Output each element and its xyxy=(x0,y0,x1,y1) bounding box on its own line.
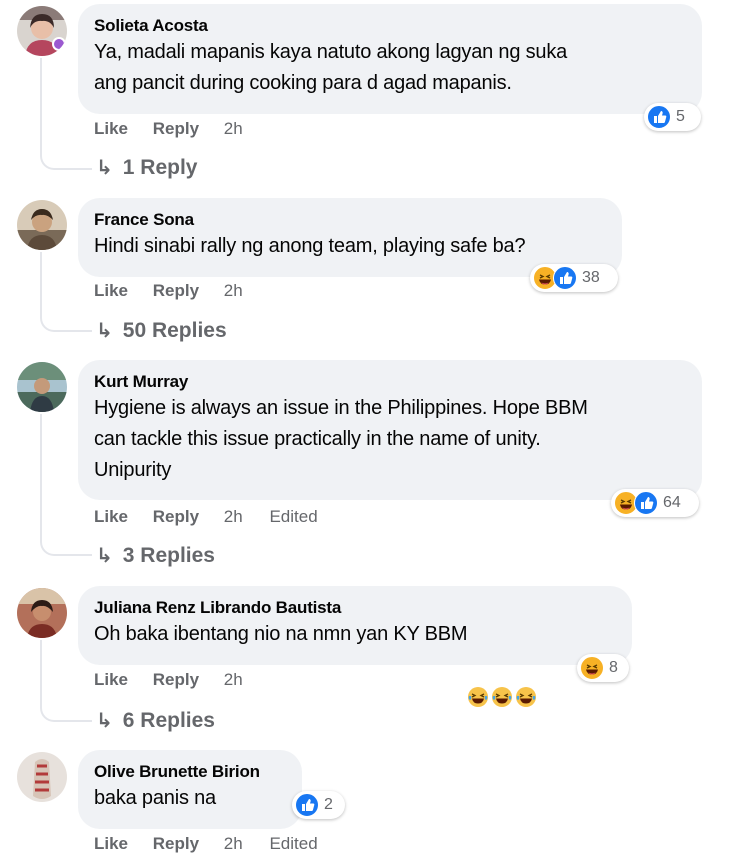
comment-author[interactable]: Kurt Murray xyxy=(94,371,686,393)
laughing-crying-emoji xyxy=(515,624,537,707)
like-button[interactable]: Like xyxy=(94,670,128,689)
like-icon xyxy=(647,105,671,129)
reaction-summary[interactable]: 5 xyxy=(644,103,701,131)
haha-icon xyxy=(580,656,604,680)
like-button[interactable]: Like xyxy=(94,834,128,853)
comment-text: Hindi sinabi rally ng anong team, playin… xyxy=(94,235,526,257)
thread-connector xyxy=(40,140,92,170)
like-button[interactable]: Like xyxy=(94,507,128,526)
reaction-summary[interactable]: 64 xyxy=(611,489,699,517)
comment-bubble: Olive Brunette Birion baka panis na xyxy=(78,750,302,829)
replies-label: 6 Replies xyxy=(122,708,215,732)
thread-connector xyxy=(40,692,92,722)
reply-button[interactable]: Reply xyxy=(153,281,199,300)
comment-bubble: Kurt Murray Hygiene is always an issue i… xyxy=(78,360,702,500)
view-replies-button[interactable]: ↳ 50 Replies xyxy=(96,318,227,343)
reaction-summary[interactable]: 2 xyxy=(292,791,345,819)
avatar[interactable] xyxy=(17,200,67,250)
comment-bubble: Solieta Acosta Ya, madali mapanis kaya n… xyxy=(78,4,702,114)
comment-text: Hygiene is always an issue in the Philip… xyxy=(94,397,588,481)
comment-author[interactable]: France Sona xyxy=(94,209,606,231)
edited-label: Edited xyxy=(269,834,318,853)
reaction-count: 5 xyxy=(676,108,685,125)
reply-arrow-icon: ↳ xyxy=(96,157,113,179)
replies-label: 3 Replies xyxy=(122,543,215,567)
comment-timestamp[interactable]: 2h xyxy=(224,834,243,853)
comment-bubble: Juliana Renz Librando Bautista Oh baka i… xyxy=(78,586,632,707)
comment-timestamp[interactable]: 2h xyxy=(224,507,243,526)
reply-arrow-icon: ↳ xyxy=(96,710,113,732)
avatar[interactable] xyxy=(17,362,67,412)
reply-button[interactable]: Reply xyxy=(153,834,199,853)
view-replies-button[interactable]: ↳ 1 Reply xyxy=(96,155,197,180)
like-icon xyxy=(553,266,577,290)
thread-line xyxy=(40,58,42,140)
reaction-summary[interactable]: 38 xyxy=(530,264,618,292)
reply-arrow-icon: ↳ xyxy=(96,545,113,567)
comment-author[interactable]: Olive Brunette Birion xyxy=(94,761,286,783)
comment-author[interactable]: Juliana Renz Librando Bautista xyxy=(94,597,616,619)
comment-actions: Like Reply 2h xyxy=(94,281,265,301)
thread-line xyxy=(40,252,42,302)
replies-label: 50 Replies xyxy=(122,318,227,342)
replies-label: 1 Reply xyxy=(122,155,198,179)
comment-text: Ya, madali mapanis kaya natuto akong lag… xyxy=(94,41,568,94)
reaction-count: 8 xyxy=(609,659,618,676)
comment-text: Oh baka ibentang nio na nmn yan KY BBM xyxy=(94,619,616,707)
laughing-crying-emoji xyxy=(491,624,513,707)
reply-button[interactable]: Reply xyxy=(153,670,199,689)
reaction-summary[interactable]: 8 xyxy=(577,654,629,682)
like-button[interactable]: Like xyxy=(94,119,128,138)
reply-button[interactable]: Reply xyxy=(153,119,199,138)
like-icon xyxy=(634,491,658,515)
comment-actions: Like Reply 2h xyxy=(94,119,265,139)
comment-timestamp[interactable]: 2h xyxy=(224,670,243,689)
comment-author[interactable]: Solieta Acosta xyxy=(94,15,686,37)
reaction-count: 38 xyxy=(582,269,600,286)
reply-button[interactable]: Reply xyxy=(153,507,199,526)
comment-text: baka panis na xyxy=(94,787,216,809)
comment-text-body: Oh baka ibentang nio na nmn yan KY BBM xyxy=(94,623,468,645)
reply-arrow-icon: ↳ xyxy=(96,320,113,342)
comment-timestamp[interactable]: 2h xyxy=(224,119,243,138)
thread-line xyxy=(40,414,42,526)
like-button[interactable]: Like xyxy=(94,281,128,300)
reaction-count: 2 xyxy=(324,796,333,813)
comment-actions: Like Reply 2h Edited xyxy=(94,834,338,854)
edited-label: Edited xyxy=(269,507,318,526)
avatar[interactable] xyxy=(17,752,67,802)
comment-timestamp[interactable]: 2h xyxy=(224,281,243,300)
laughing-crying-emoji xyxy=(467,624,489,707)
thread-connector xyxy=(40,302,92,332)
avatar[interactable] xyxy=(17,6,67,56)
like-icon xyxy=(295,793,319,817)
reaction-count: 64 xyxy=(663,494,681,511)
comment-actions: Like Reply 2h Edited xyxy=(94,507,338,527)
view-replies-button[interactable]: ↳ 3 Replies xyxy=(96,543,215,568)
view-replies-button[interactable]: ↳ 6 Replies xyxy=(96,708,215,733)
thread-connector xyxy=(40,526,92,556)
comment-actions: Like Reply 2h xyxy=(94,670,265,690)
thread-line xyxy=(40,640,42,692)
avatar[interactable] xyxy=(17,588,67,638)
